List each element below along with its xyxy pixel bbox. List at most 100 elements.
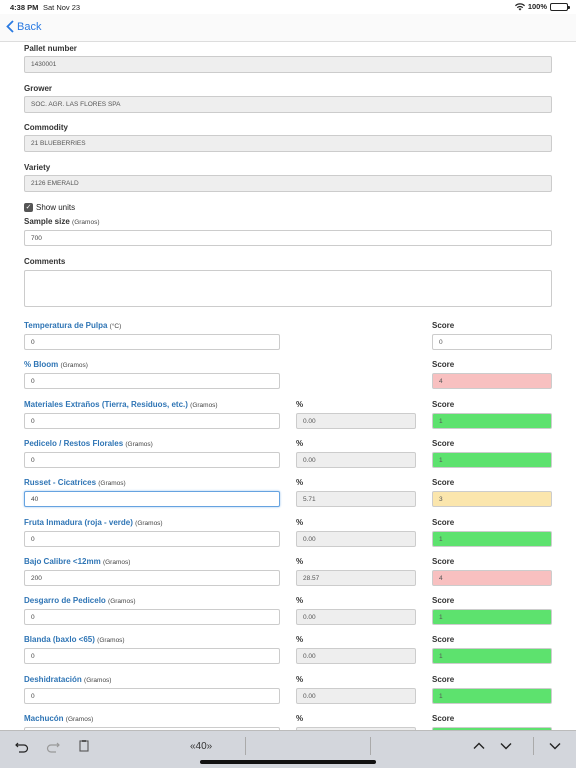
metric-label: Machucón (Gramos) bbox=[24, 714, 93, 723]
chevron-up-icon bbox=[473, 742, 485, 749]
undo-icon bbox=[15, 742, 29, 753]
metric-input[interactable]: 0 bbox=[24, 648, 280, 665]
sample-size-input[interactable]: 700 bbox=[24, 230, 552, 246]
metric-label: Pedicelo / Restos Florales (Gramos) bbox=[24, 439, 153, 448]
percent-value: 28.57 bbox=[296, 569, 416, 586]
chevron-left-icon bbox=[6, 20, 14, 33]
metric-input[interactable]: 0 bbox=[24, 334, 280, 350]
status-bar: 4:38 PM Sat Nov 23 100% bbox=[0, 0, 576, 14]
score-header: Score bbox=[432, 635, 455, 645]
readonly-field: 21 BLUEBERRIES bbox=[24, 135, 552, 152]
back-button[interactable]: Back bbox=[6, 20, 41, 33]
score-value: 0 bbox=[432, 334, 552, 350]
metric-label: Desgarro de Pedicelo (Gramos) bbox=[24, 596, 136, 605]
clipboard-icon bbox=[79, 740, 89, 752]
metric-name: Materiales Extraños (Tierra, Residuos, e… bbox=[24, 399, 188, 409]
checkbox-checked-icon[interactable]: ✓ bbox=[24, 203, 33, 212]
metric-input[interactable]: 200 bbox=[24, 569, 280, 586]
score-value: 3 bbox=[432, 491, 552, 508]
undo-button[interactable] bbox=[15, 739, 29, 758]
comments-label: Comments bbox=[24, 257, 66, 266]
redo-icon bbox=[46, 742, 60, 753]
score-value: 4 bbox=[432, 373, 552, 390]
metric-unit: (Gramos) bbox=[84, 676, 112, 684]
metric-label: Fruta Inmadura (roja - verde) (Gramos) bbox=[24, 518, 163, 527]
dismiss-keyboard-button[interactable] bbox=[548, 739, 562, 758]
field-label: Variety bbox=[24, 162, 51, 172]
battery-percent: 100% bbox=[527, 2, 547, 11]
metric-input[interactable]: 0 bbox=[24, 687, 280, 704]
metric-input[interactable]: 0 bbox=[24, 373, 280, 390]
show-units-label: Show units bbox=[36, 203, 76, 212]
chevron-down-icon bbox=[549, 743, 561, 750]
back-label: Back bbox=[17, 20, 42, 33]
battery-icon bbox=[550, 2, 570, 11]
percent-value: 0.00 bbox=[296, 412, 416, 429]
score-header: Score bbox=[432, 478, 455, 488]
score-header: Score bbox=[432, 321, 455, 330]
percent-header: % bbox=[296, 438, 304, 448]
score-header: Score bbox=[432, 360, 455, 370]
show-units-checkbox[interactable]: ✓ Show units bbox=[24, 203, 75, 212]
redo-button[interactable] bbox=[46, 739, 60, 758]
metric-name: Deshidratación bbox=[24, 674, 82, 684]
score-header: Score bbox=[432, 517, 455, 527]
status-time: 4:38 PM bbox=[10, 3, 39, 12]
metric-label: Deshidratación (Gramos) bbox=[24, 675, 111, 684]
readonly-field: 2126 EMERALD bbox=[24, 174, 552, 192]
percent-value: 0.00 bbox=[296, 451, 416, 468]
home-indicator bbox=[200, 760, 376, 764]
field-label: Grower bbox=[24, 83, 53, 93]
score-header: Score bbox=[432, 399, 455, 409]
metric-unit: (Gramos) bbox=[190, 401, 218, 409]
metric-name: Temperatura de Pulpa bbox=[24, 321, 108, 330]
metric-unit: (Gramos) bbox=[108, 598, 136, 606]
score-value: 1 bbox=[432, 687, 552, 704]
metric-label: Temperatura de Pulpa (°C) bbox=[24, 321, 121, 330]
score-value: 4 bbox=[432, 569, 552, 586]
navigation-bar: Back bbox=[0, 14, 576, 42]
metric-name: Machucón bbox=[24, 714, 64, 723]
readonly-field: SOC. AGR. LAS FLORES SPA bbox=[24, 95, 552, 113]
status-date: Sat Nov 23 bbox=[43, 3, 81, 12]
metric-label: Russet - Cicatrices (Gramos) bbox=[24, 478, 126, 487]
metric-input[interactable]: 0 bbox=[24, 451, 280, 468]
percent-header: % bbox=[296, 635, 304, 645]
metric-unit: (Gramos) bbox=[125, 440, 153, 448]
metric-input[interactable]: 0 bbox=[24, 412, 280, 429]
percent-value: 0.00 bbox=[296, 648, 416, 665]
chevron-down-icon bbox=[500, 743, 512, 750]
separator bbox=[533, 737, 534, 755]
form-content[interactable]: Pallet number 1430001 Grower SOC. AGR. LAS … bbox=[0, 42, 576, 730]
metric-unit: (°C) bbox=[109, 323, 122, 330]
percent-value: 0.00 bbox=[296, 530, 416, 547]
score-header: Score bbox=[432, 714, 455, 723]
next-field-button[interactable] bbox=[499, 739, 513, 758]
metric-name: Russet - Cicatrices bbox=[24, 478, 97, 488]
metric-unit: (Gramos) bbox=[65, 716, 94, 723]
percent-header: % bbox=[296, 399, 304, 409]
paste-button[interactable] bbox=[77, 739, 91, 758]
comments-textarea[interactable] bbox=[24, 270, 552, 307]
score-header: Score bbox=[432, 438, 455, 448]
metric-input[interactable]: 40 bbox=[24, 491, 280, 508]
metric-input[interactable]: 0 bbox=[24, 609, 280, 626]
score-value: 1 bbox=[432, 609, 552, 626]
metric-unit: (Gramos) bbox=[102, 558, 131, 566]
sample-size-unit: (Gramos) bbox=[72, 219, 100, 226]
sample-size-text: Sample size bbox=[24, 217, 70, 226]
score-value: 1 bbox=[432, 451, 552, 468]
score-header: Score bbox=[432, 596, 455, 606]
metric-unit: (Gramos) bbox=[97, 637, 125, 645]
metric-name: Desgarro de Pedicelo bbox=[24, 596, 106, 606]
percent-header: % bbox=[296, 556, 304, 566]
metric-label: Bajo Calibre <12mm (Gramos) bbox=[24, 557, 130, 566]
metric-input[interactable]: 0 bbox=[24, 530, 280, 547]
autocorrect-suggestion[interactable]: «40» bbox=[190, 741, 212, 752]
field-label: Commodity bbox=[24, 123, 68, 132]
previous-field-button[interactable] bbox=[472, 739, 486, 758]
metric-unit: (Gramos) bbox=[98, 480, 126, 488]
metric-name: Fruta Inmadura (roja - verde) bbox=[24, 517, 133, 527]
percent-value: 0.00 bbox=[296, 687, 416, 704]
score-value: 1 bbox=[432, 530, 552, 547]
